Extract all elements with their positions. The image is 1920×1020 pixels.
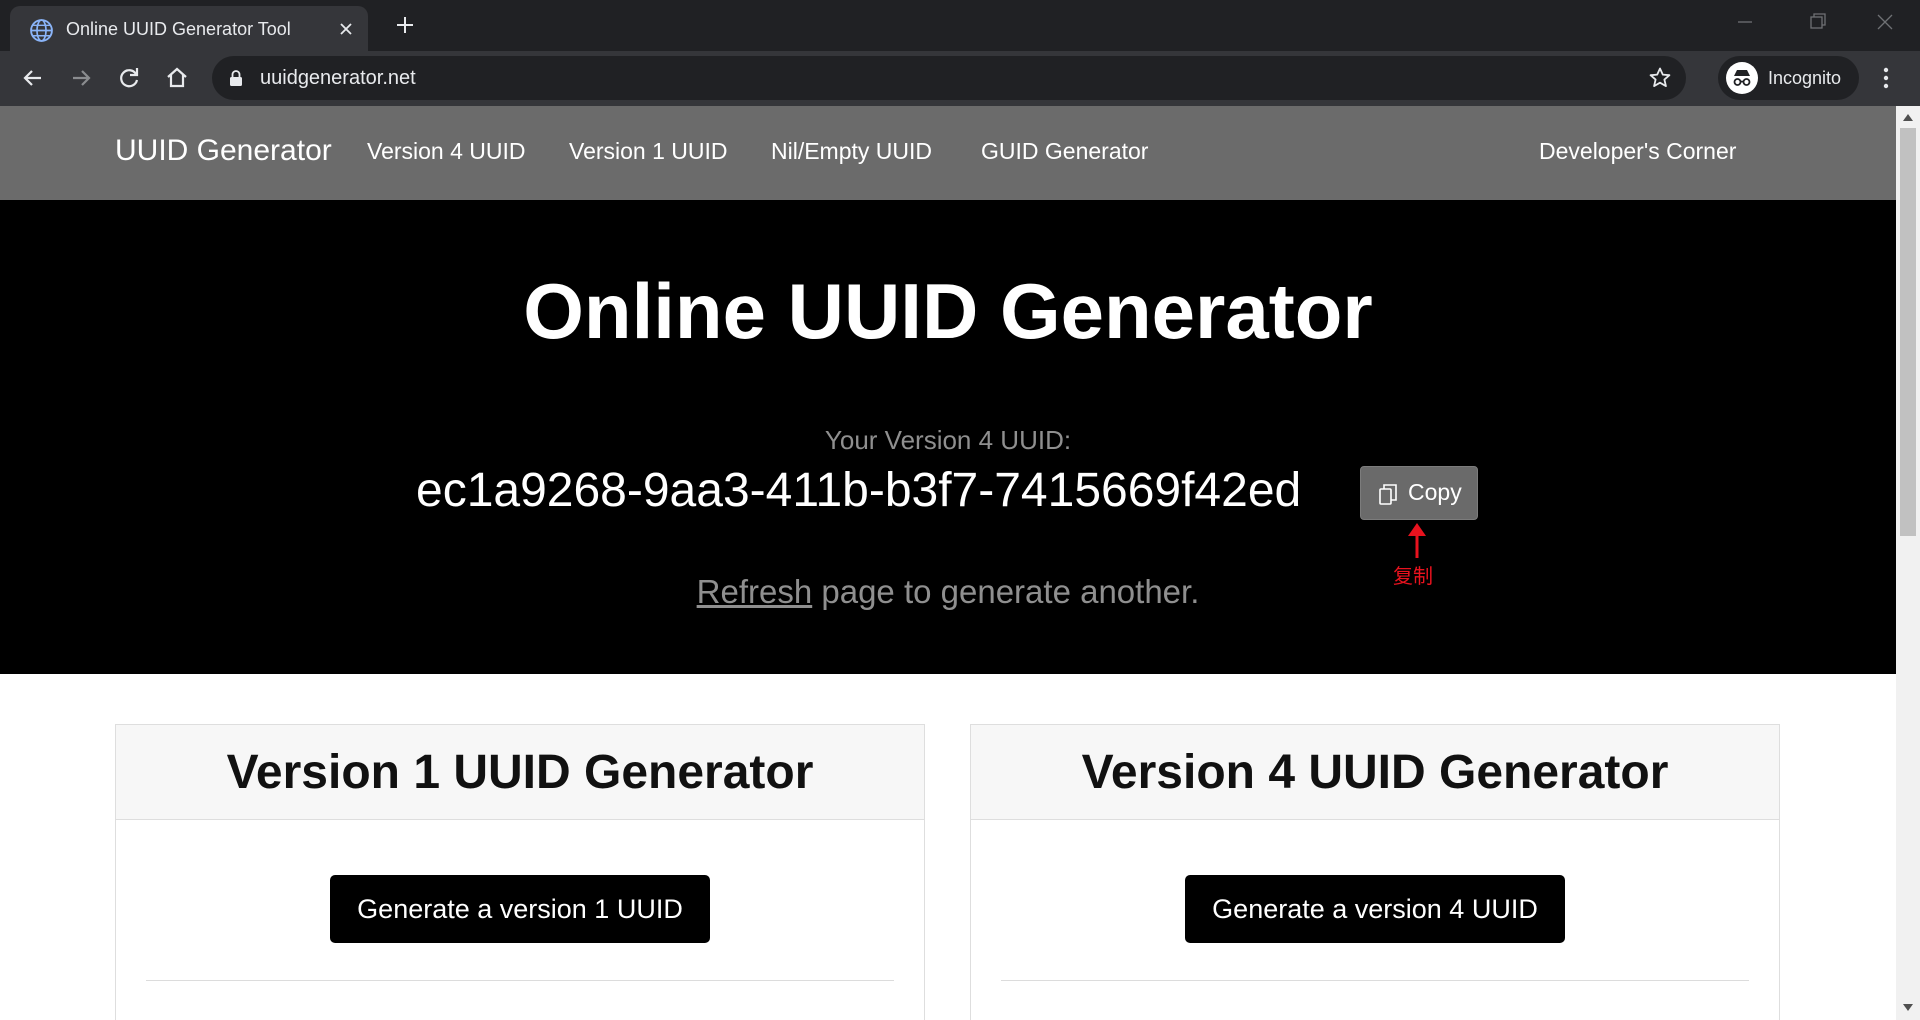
card-header: Version 4 UUID Generator	[971, 725, 1779, 820]
page-viewport: UUID Generator Version 4 UUID Version 1 …	[0, 106, 1896, 1020]
star-icon[interactable]	[1648, 66, 1672, 90]
incognito-profile-button[interactable]: Incognito	[1718, 56, 1859, 100]
nav-link-developers-corner[interactable]: Developer's Corner	[1539, 138, 1736, 165]
address-bar[interactable]: uuidgenerator.net	[212, 56, 1686, 100]
close-icon[interactable]	[338, 21, 354, 37]
divider	[1001, 980, 1749, 981]
page-title: Online UUID Generator	[523, 267, 1373, 355]
browser-toolbar: uuidgenerator.net Incognito	[0, 51, 1920, 106]
copy-icon	[1379, 484, 1397, 505]
nav-link-guid[interactable]: GUID Generator	[981, 138, 1148, 165]
version-1-card: Version 1 UUID Generator Generate a vers…	[115, 724, 925, 1020]
generate-v1-button[interactable]: Generate a version 1 UUID	[330, 875, 710, 943]
divider	[146, 980, 894, 981]
forward-icon[interactable]	[68, 65, 94, 91]
hero-section: Online UUID Generator Your Version 4 UUI…	[0, 200, 1896, 674]
restore-icon[interactable]	[1802, 10, 1832, 34]
card-title: Version 4 UUID Generator	[1081, 746, 1669, 799]
refresh-hint-text: page to generate another.	[812, 573, 1200, 610]
refresh-link[interactable]: Refresh	[697, 573, 813, 610]
kebab-menu-icon[interactable]	[1876, 65, 1896, 91]
profile-label: Incognito	[1768, 68, 1842, 88]
nav-link-nil-uuid[interactable]: Nil/Empty UUID	[771, 138, 932, 165]
lock-icon[interactable]	[229, 69, 243, 87]
browser-tab[interactable]: Online UUID Generator Tool	[10, 6, 368, 51]
url-text[interactable]: uuidgenerator.net	[260, 67, 416, 90]
back-icon[interactable]	[20, 65, 46, 91]
page-scrollbar[interactable]	[1896, 106, 1920, 1020]
nav-link-version-4[interactable]: Version 4 UUID	[367, 138, 526, 165]
annotation-arrow-icon	[1408, 523, 1426, 558]
copy-button-label: Copy	[1408, 479, 1462, 505]
card-title: Version 1 UUID Generator	[226, 746, 814, 799]
incognito-icon	[1726, 62, 1758, 94]
minimize-icon[interactable]	[1730, 10, 1760, 34]
scrollbar-thumb[interactable]	[1900, 128, 1916, 536]
window-close-icon[interactable]	[1870, 10, 1900, 34]
copy-button[interactable]: Copy	[1360, 466, 1478, 520]
browser-tab-bar: Online UUID Generator Tool	[0, 0, 1920, 51]
home-icon[interactable]	[164, 65, 190, 91]
generated-uuid: ec1a9268-9aa3-411b-b3f7-7415669f42ed	[416, 464, 1302, 517]
tab-title: Online UUID Generator Tool	[66, 19, 291, 39]
scroll-down-icon[interactable]	[1902, 1003, 1914, 1013]
nav-link-version-1[interactable]: Version 1 UUID	[569, 138, 728, 165]
version-4-card: Version 4 UUID Generator Generate a vers…	[970, 724, 1780, 1020]
refresh-hint: Refresh page to generate another.	[0, 573, 1896, 611]
site-navbar: UUID Generator Version 4 UUID Version 1 …	[0, 106, 1896, 200]
scroll-up-icon[interactable]	[1902, 112, 1914, 122]
plus-icon[interactable]	[394, 14, 416, 36]
generate-v4-button[interactable]: Generate a version 4 UUID	[1185, 875, 1565, 943]
site-brand-link[interactable]: UUID Generator	[115, 134, 332, 168]
card-header: Version 1 UUID Generator	[116, 725, 924, 820]
uuid-label: Your Version 4 UUID:	[824, 425, 1072, 455]
reload-icon[interactable]	[116, 65, 142, 91]
globe-icon	[30, 19, 53, 42]
